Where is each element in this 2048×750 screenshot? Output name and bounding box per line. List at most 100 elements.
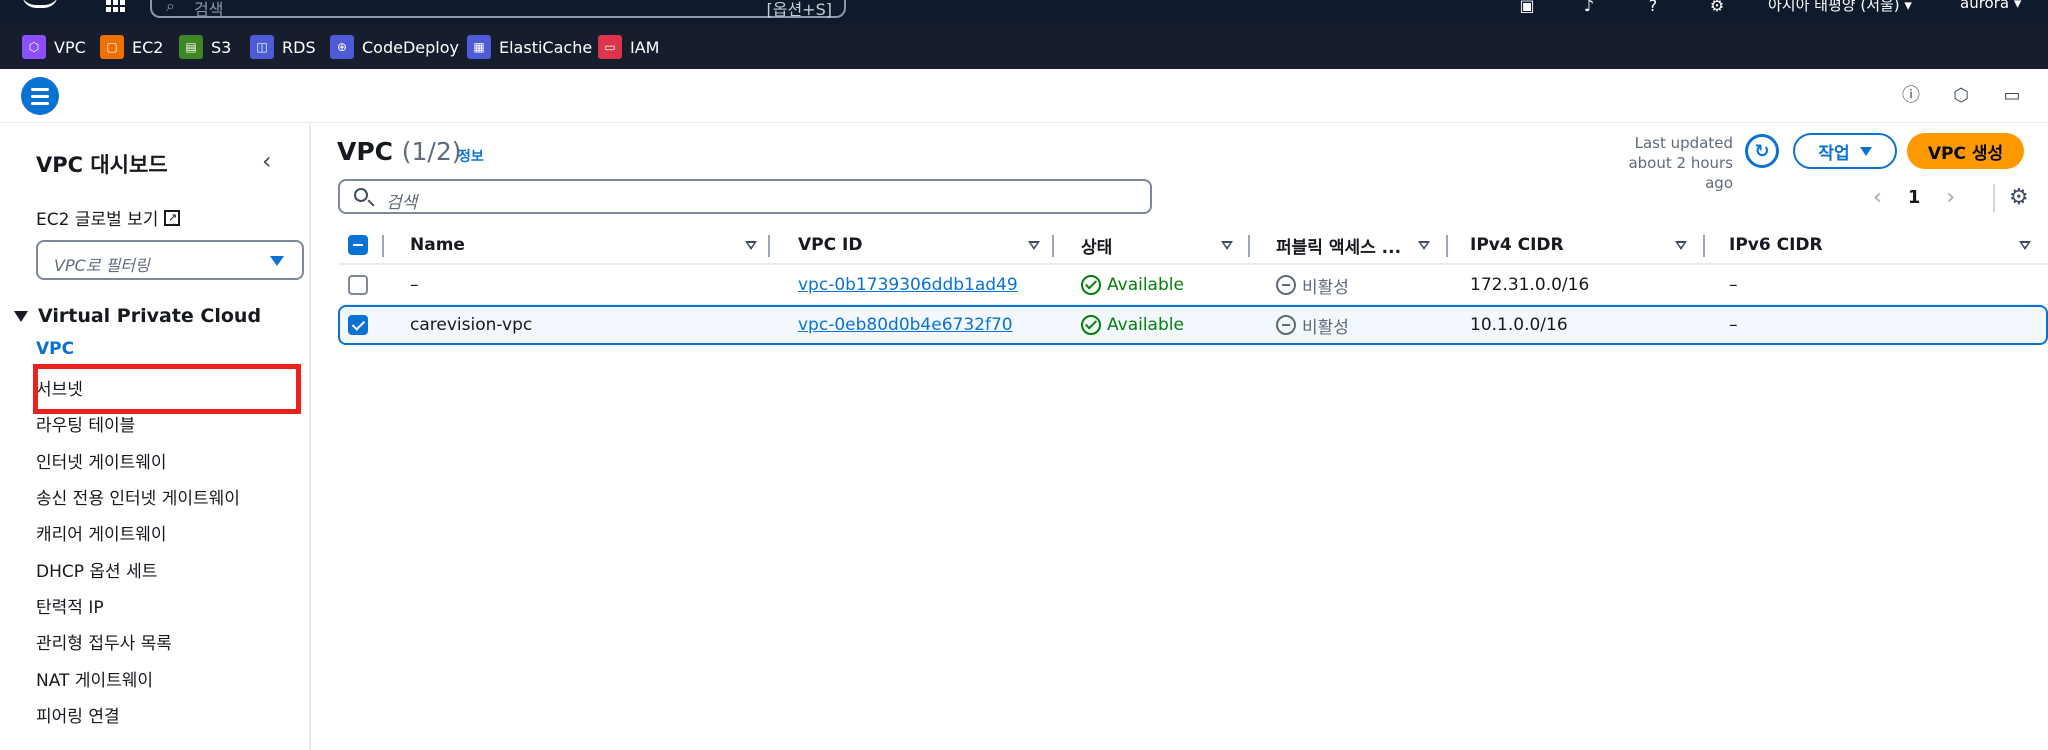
sidebar-item-egress-only-gateways[interactable]: 송신 전용 인터넷 게이트웨이: [36, 484, 240, 509]
favorite-codedeploy[interactable]: ⊕ CodeDeploy: [330, 34, 459, 60]
cell-ipv6-cidr: –: [1729, 315, 1738, 335]
cell-public-access: 비활성: [1276, 305, 1349, 345]
global-search-placeholder: 검색: [194, 0, 224, 19]
display-settings-icon[interactable]: ▭: [2000, 84, 2024, 108]
create-vpc-button[interactable]: VPC 생성: [1907, 133, 2024, 169]
sidebar-item-subnets[interactable]: 서브넷: [36, 375, 83, 400]
sort-caret-icon[interactable]: [1028, 241, 1040, 250]
column-divider: [1703, 235, 1705, 257]
side-navigation-toggle-button[interactable]: [21, 77, 59, 115]
global-search-input[interactable]: ⌕ 검색 [옵션+S]: [150, 0, 846, 19]
favorite-label: RDS: [282, 37, 316, 57]
status-available: Available: [1081, 315, 1184, 335]
column-label: 상태: [1081, 237, 1113, 258]
sort-caret-icon[interactable]: [1221, 241, 1233, 250]
favorite-s3[interactable]: ▤ S3: [179, 34, 231, 60]
column-label: 퍼블릭 액세스 ...: [1276, 237, 1402, 258]
favorite-vpc[interactable]: ⬡ VPC: [22, 34, 86, 60]
column-divider: [1248, 235, 1250, 257]
column-divider: [382, 235, 384, 257]
sidebar-item-nat-gateways[interactable]: NAT 게이트웨이: [36, 666, 153, 691]
sidebar-item-carrier-gateways[interactable]: 캐리어 게이트웨이: [36, 520, 167, 545]
top-navigation: ⌕ 검색 [옵션+S] ▣ ♪ ? ⚙ 아시아 태평양 (서울) ▾ auror…: [0, 0, 2048, 24]
page-title-text: VPC: [337, 137, 394, 166]
help-icon[interactable]: ?: [1642, 0, 1664, 15]
caret-down-icon: [14, 310, 28, 322]
region-selector[interactable]: 아시아 태평양 (서울) ▾: [1768, 0, 1912, 15]
public-access-text: 비활성: [1302, 277, 1349, 298]
iam-service-icon: ▭: [598, 35, 622, 59]
public-access-text: 비활성: [1302, 317, 1349, 338]
column-header-status[interactable]: 상태: [1081, 225, 1112, 265]
sidebar-item-dhcp-option-sets[interactable]: DHCP 옵션 세트: [36, 557, 157, 582]
rds-service-icon: ◫: [250, 35, 274, 59]
column-divider: [1052, 235, 1054, 257]
sort-caret-icon[interactable]: [1418, 241, 1430, 250]
column-header-name[interactable]: Name: [410, 225, 465, 265]
status-check-icon: [1081, 275, 1101, 295]
settings-gear-icon[interactable]: ⚙: [1706, 0, 1728, 15]
select-all-checkbox[interactable]: [348, 235, 368, 255]
disabled-minus-icon: [1276, 275, 1296, 295]
info-circle-icon[interactable]: ⓘ: [1899, 84, 1923, 108]
row-checkbox[interactable]: [348, 315, 368, 335]
vpc-filter-placeholder: VPC로 필터링: [54, 256, 150, 275]
cell-vpc-id-link[interactable]: vpc-0b1739306ddb1ad49: [798, 265, 1018, 305]
sidebar-title[interactable]: VPC 대시보드: [36, 149, 168, 179]
sidebar-item-route-tables[interactable]: 라우팅 테이블: [36, 411, 135, 436]
next-page-chevron-icon[interactable]: ›: [1946, 185, 1955, 210]
cloudshell-icon[interactable]: ▣: [1516, 0, 1538, 15]
actions-dropdown-button[interactable]: 작업: [1793, 133, 1897, 169]
console-header: ⓘ ⬡ ▭: [0, 69, 2048, 123]
cell-vpc-id-link[interactable]: vpc-0eb80d0b4e6732f70: [798, 305, 1013, 345]
sidebar-item-internet-gateways[interactable]: 인터넷 게이트웨이: [36, 448, 167, 473]
cell-status: Available: [1081, 265, 1184, 305]
ec2-global-view-label: EC2 글로벌 보기: [36, 210, 159, 230]
notifications-bell-icon[interactable]: ♪: [1578, 0, 1600, 15]
sidebar-item-elastic-ips[interactable]: 탄력적 IP: [36, 593, 104, 618]
row-checkbox[interactable]: [348, 275, 368, 295]
ec2-global-view-link[interactable]: EC2 글로벌 보기 ↗: [36, 205, 181, 230]
services-grid-icon[interactable]: [106, 0, 126, 12]
table-row[interactable]: – vpc-0b1739306ddb1ad49 Available 비활성 17…: [338, 265, 2048, 305]
favorite-label: VPC: [54, 37, 86, 57]
favorite-ec2[interactable]: ▢ EC2: [100, 34, 163, 60]
sidebar-item-peering-connections[interactable]: 피어링 연결: [36, 702, 120, 727]
table-preferences-gear-icon[interactable]: ⚙: [1993, 184, 2029, 212]
status-available: Available: [1081, 275, 1184, 295]
column-header-public-access[interactable]: 퍼블릭 액세스 ...: [1276, 225, 1401, 265]
info-link[interactable]: 정보: [458, 146, 484, 166]
table-search-input[interactable]: 검색: [338, 179, 1152, 214]
favorite-iam[interactable]: ▭ IAM: [598, 34, 659, 60]
column-header-vpc-id[interactable]: VPC ID: [798, 225, 862, 265]
s3-service-icon: ▤: [179, 35, 203, 59]
previous-page-chevron-icon[interactable]: ‹: [1873, 185, 1882, 210]
section-virtual-private-cloud[interactable]: Virtual Private Cloud: [14, 305, 261, 327]
table-row-selected[interactable]: carevision-vpc vpc-0eb80d0b4e6732f70 Ava…: [338, 305, 2048, 345]
account-menu[interactable]: aurora ▾: [1960, 0, 2021, 12]
sort-caret-icon[interactable]: [2019, 241, 2031, 250]
security-shield-icon[interactable]: ⬡: [1949, 84, 1973, 108]
cell-name: carevision-vpc: [410, 315, 533, 335]
aws-logo-icon[interactable]: [22, 0, 58, 8]
column-label: VPC ID: [798, 235, 863, 255]
column-header-ipv4-cidr[interactable]: IPv4 CIDR: [1470, 225, 1564, 265]
search-icon: ⌕: [166, 0, 175, 15]
current-page-number[interactable]: 1: [1908, 187, 1921, 208]
refresh-button[interactable]: ↻: [1745, 134, 1779, 168]
sidebar-item-managed-prefix-lists[interactable]: 관리형 접두사 목록: [36, 629, 172, 654]
favorite-label: EC2: [132, 37, 164, 57]
favorite-elasticache[interactable]: ▦ ElastiCache: [467, 34, 592, 60]
favorites-bar: ⬡ VPC ▢ EC2 ▤ S3 ◫ RDS ⊕ CodeDeploy ▦ El…: [0, 24, 2048, 69]
collapse-sidebar-chevron-icon[interactable]: ‹: [262, 147, 272, 175]
column-header-ipv6-cidr[interactable]: IPv6 CIDR: [1729, 225, 1823, 265]
cell-name: –: [410, 275, 419, 295]
vpc-filter-select[interactable]: VPC로 필터링: [36, 240, 304, 280]
sidebar-item-vpc[interactable]: VPC: [36, 339, 74, 359]
favorite-rds[interactable]: ◫ RDS: [250, 34, 316, 60]
column-label: Name: [410, 235, 465, 255]
codedeploy-service-icon: ⊕: [330, 35, 354, 59]
vpc-service-icon: ⬡: [22, 35, 46, 59]
sort-caret-icon[interactable]: [1675, 241, 1687, 250]
sort-caret-icon[interactable]: [745, 241, 757, 250]
